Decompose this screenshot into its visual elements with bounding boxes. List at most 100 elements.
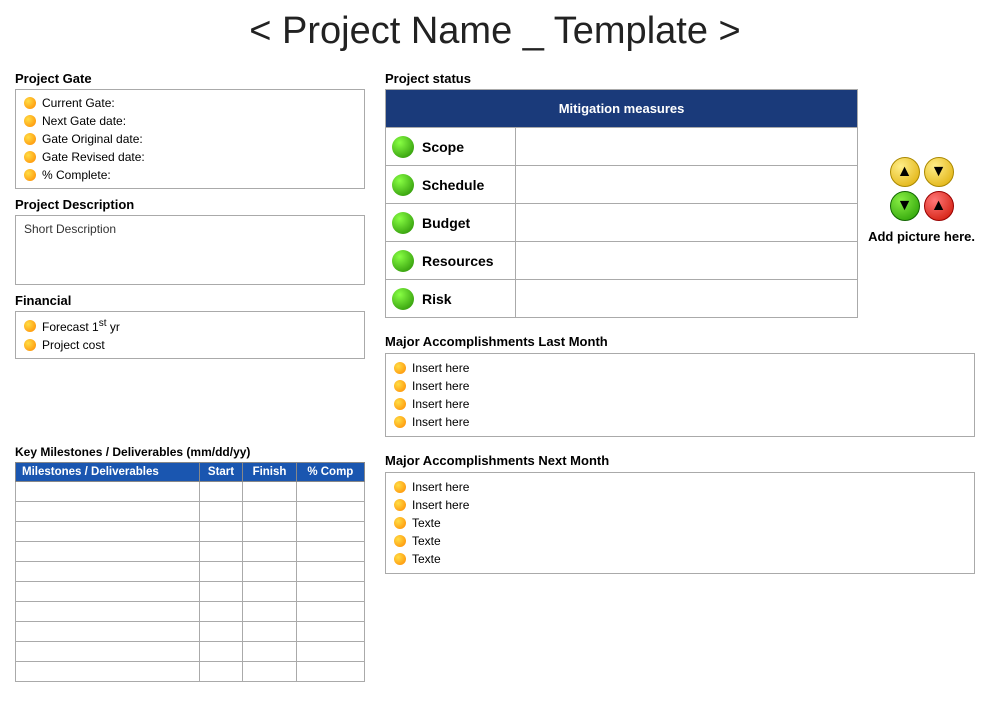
milestone-cell[interactable] <box>199 482 243 502</box>
milestone-cell[interactable] <box>199 522 243 542</box>
milestone-row[interactable] <box>16 642 365 662</box>
gate-row-3: Gate Original date: <box>24 130 356 148</box>
project-gate-box: Current Gate: Next Gate date: Gate Origi… <box>15 89 365 189</box>
milestone-cell[interactable] <box>296 582 364 602</box>
status-label-scope: Scope <box>386 128 516 166</box>
col-start: Start <box>199 463 243 482</box>
milestone-cell[interactable] <box>199 542 243 562</box>
milestone-cell[interactable] <box>243 562 296 582</box>
milestone-cell[interactable] <box>199 662 243 682</box>
milestone-row[interactable] <box>16 542 365 562</box>
status-table: Mitigation measures Scope <box>385 89 858 318</box>
milestone-cell[interactable] <box>16 502 200 522</box>
bullet-icon <box>24 151 36 163</box>
milestone-row[interactable] <box>16 582 365 602</box>
milestone-cell[interactable] <box>296 522 364 542</box>
milestone-row[interactable] <box>16 502 365 522</box>
acc-last-item-3: Insert here <box>412 397 469 411</box>
bullet-icon <box>394 517 406 529</box>
milestone-cell[interactable] <box>199 622 243 642</box>
status-label-risk: Risk <box>386 280 516 318</box>
milestone-cell[interactable] <box>296 642 364 662</box>
add-picture-label: Add picture here. <box>868 229 975 244</box>
arrow-up-yellow-button[interactable]: ▲ <box>890 157 920 187</box>
acc-next-row-5: Texte <box>394 550 966 568</box>
milestone-cell[interactable] <box>243 542 296 562</box>
bullet-icon <box>24 320 36 332</box>
milestone-cell[interactable] <box>296 562 364 582</box>
status-row-budget: Budget <box>386 204 858 242</box>
milestone-cell[interactable] <box>199 602 243 622</box>
bullet-icon <box>394 398 406 410</box>
milestone-cell[interactable] <box>243 642 296 662</box>
milestone-row[interactable] <box>16 662 365 682</box>
milestone-cell[interactable] <box>243 482 296 502</box>
accomplishments-next-box: Insert here Insert here Texte Texte Text… <box>385 472 975 574</box>
bullet-icon <box>394 416 406 428</box>
project-description-box[interactable]: Short Description <box>15 215 365 285</box>
col-comp: % Comp <box>296 463 364 482</box>
milestone-cell[interactable] <box>16 522 200 542</box>
milestone-cell[interactable] <box>296 622 364 642</box>
gate-label-2: Next Gate date: <box>42 114 126 128</box>
financial-title: Financial <box>15 293 365 308</box>
gate-row-5: % Complete: <box>24 166 356 184</box>
milestone-cell[interactable] <box>243 522 296 542</box>
accomplishments-last-col: Major Accomplishments Last Month Insert … <box>385 326 975 437</box>
milestone-cell[interactable] <box>199 502 243 522</box>
gate-label-3: Gate Original date: <box>42 132 143 146</box>
financial-label-2: Project cost <box>42 338 105 352</box>
milestone-cell[interactable] <box>243 602 296 622</box>
milestone-cell[interactable] <box>296 602 364 622</box>
milestone-cell[interactable] <box>16 622 200 642</box>
milestone-row[interactable] <box>16 602 365 622</box>
milestone-cell[interactable] <box>296 542 364 562</box>
arrow-down-yellow-button[interactable]: ▼ <box>924 157 954 187</box>
bullet-icon <box>394 362 406 374</box>
milestone-cell[interactable] <box>16 482 200 502</box>
status-label-schedule: Schedule <box>386 166 516 204</box>
acc-next-item-5: Texte <box>412 552 441 566</box>
bullet-icon <box>24 169 36 181</box>
milestone-cell[interactable] <box>243 502 296 522</box>
milestone-cell[interactable] <box>16 602 200 622</box>
status-label-budget: Budget <box>386 204 516 242</box>
milestone-cell[interactable] <box>16 562 200 582</box>
status-row-risk: Risk <box>386 280 858 318</box>
milestone-cell[interactable] <box>296 662 364 682</box>
arrow-down-green-button[interactable]: ▼ <box>890 191 920 221</box>
milestone-cell[interactable] <box>296 482 364 502</box>
milestone-cell[interactable] <box>16 642 200 662</box>
bullet-icon <box>24 133 36 145</box>
bullet-icon <box>394 553 406 565</box>
milestone-row[interactable] <box>16 522 365 542</box>
milestone-row[interactable] <box>16 482 365 502</box>
accomplishments-area: Major Accomplishments Last Month Insert … <box>385 326 975 437</box>
arrow-up-red-button[interactable]: ▲ <box>924 191 954 221</box>
mitigation-schedule[interactable] <box>516 166 858 204</box>
milestone-cell[interactable] <box>243 662 296 682</box>
milestone-cell[interactable] <box>16 542 200 562</box>
status-row-scope: Scope <box>386 128 858 166</box>
milestone-cell[interactable] <box>243 582 296 602</box>
milestone-cell[interactable] <box>199 582 243 602</box>
milestone-row[interactable] <box>16 622 365 642</box>
project-status-title: Project status <box>385 71 858 86</box>
risk-label: Risk <box>422 291 452 307</box>
bullet-icon <box>24 339 36 351</box>
milestone-cell[interactable] <box>16 582 200 602</box>
acc-last-row-1: Insert here <box>394 359 966 377</box>
mitigation-scope[interactable] <box>516 128 858 166</box>
milestone-cell[interactable] <box>243 622 296 642</box>
milestone-cell[interactable] <box>296 502 364 522</box>
green-ball-scope <box>392 136 414 158</box>
mitigation-risk[interactable] <box>516 280 858 318</box>
milestone-cell[interactable] <box>199 642 243 662</box>
milestone-cell[interactable] <box>199 562 243 582</box>
gate-row-4: Gate Revised date: <box>24 148 356 166</box>
accomplishments-next-title: Major Accomplishments Next Month <box>385 453 975 468</box>
milestone-row[interactable] <box>16 562 365 582</box>
milestone-cell[interactable] <box>16 662 200 682</box>
mitigation-budget[interactable] <box>516 204 858 242</box>
mitigation-resources[interactable] <box>516 242 858 280</box>
